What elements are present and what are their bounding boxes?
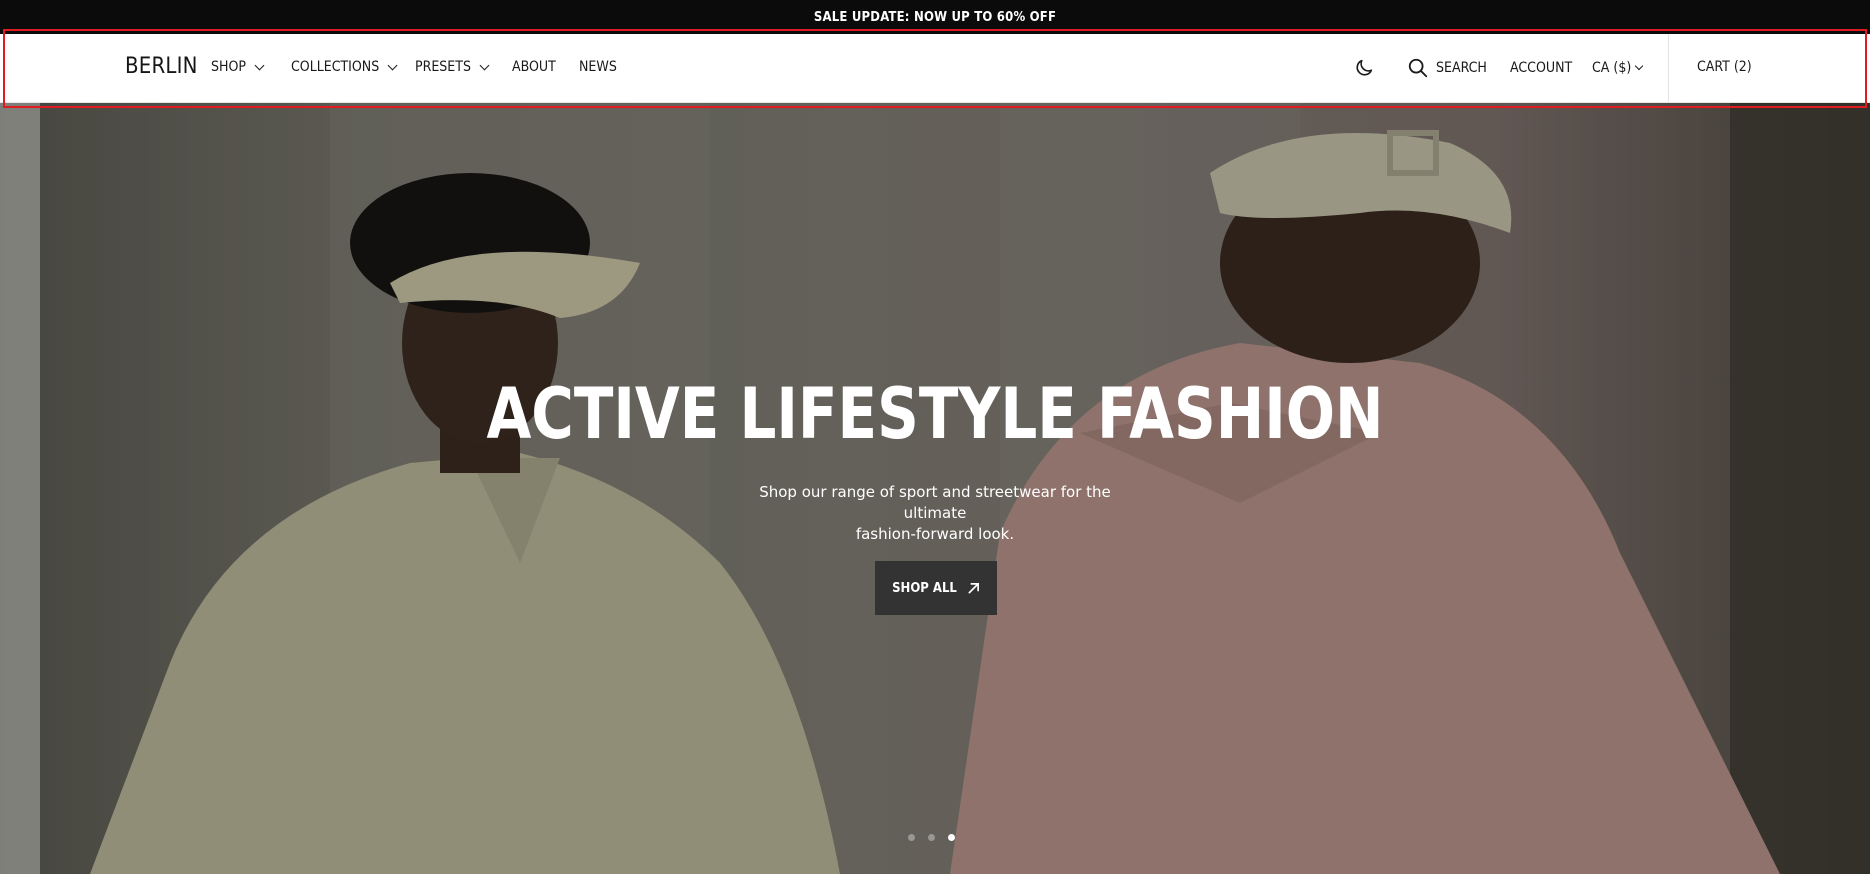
search-icon[interactable] — [1407, 57, 1429, 79]
announcement-bar: SALE UPDATE: NOW UP TO 60% OFF — [0, 0, 1870, 34]
search-button[interactable]: SEARCH — [1436, 57, 1487, 79]
hero-title: ACTIVE LIFESTYLE FASHION — [486, 373, 1384, 455]
slide-dot-active[interactable] — [948, 834, 955, 841]
nav-item-label: ABOUT — [512, 59, 556, 75]
currency-selector[interactable]: CA ($) — [1592, 57, 1644, 79]
nav-item-about[interactable]: ABOUT — [512, 56, 556, 78]
header-divider — [1668, 34, 1669, 103]
cart-link[interactable]: CART (2) — [1697, 56, 1752, 78]
currency-label: CA ($) — [1592, 60, 1632, 76]
shop-all-label: SHOP ALL — [892, 580, 957, 596]
hero-subtitle-line: Shop our range of sport and streetwear f… — [759, 483, 1111, 522]
nav-item-collections[interactable]: COLLECTIONS — [291, 56, 398, 78]
moon-icon[interactable] — [1353, 57, 1375, 79]
chevron-down-icon — [254, 60, 265, 70]
nav-item-label: SHOP — [211, 59, 246, 75]
nav-item-label: NEWS — [579, 59, 617, 75]
slide-dot[interactable] — [908, 834, 915, 841]
chevron-down-icon — [387, 60, 398, 70]
nav-item-shop[interactable]: SHOP — [211, 56, 265, 78]
slide-pagination — [908, 834, 955, 841]
hero-subtitle: Shop our range of sport and streetwear f… — [735, 482, 1135, 545]
chevron-down-icon — [479, 60, 490, 70]
account-link[interactable]: ACCOUNT — [1510, 57, 1572, 79]
nav-item-news[interactable]: NEWS — [579, 56, 617, 78]
site-header — [0, 34, 1870, 103]
account-label: ACCOUNT — [1510, 60, 1573, 76]
search-label: SEARCH — [1436, 60, 1487, 76]
nav-item-label: COLLECTIONS — [291, 59, 380, 75]
logo[interactable]: BERLIN — [125, 54, 198, 79]
hero-subtitle-line: fashion-forward look. — [855, 525, 1015, 543]
cart-label: CART (2) — [1697, 59, 1752, 75]
nav-item-presets[interactable]: PRESETS — [415, 56, 490, 78]
chevron-down-icon — [1635, 61, 1644, 71]
hero-banner: ACTIVE LIFESTYLE FASHION Shop our range … — [0, 103, 1870, 874]
announcement-text: SALE UPDATE: NOW UP TO 60% OFF — [813, 9, 1057, 25]
slide-dot[interactable] — [928, 834, 935, 841]
shop-all-button[interactable]: SHOP ALL — [875, 561, 997, 615]
nav-item-label: PRESETS — [415, 59, 471, 75]
arrow-up-right-icon — [968, 582, 979, 594]
